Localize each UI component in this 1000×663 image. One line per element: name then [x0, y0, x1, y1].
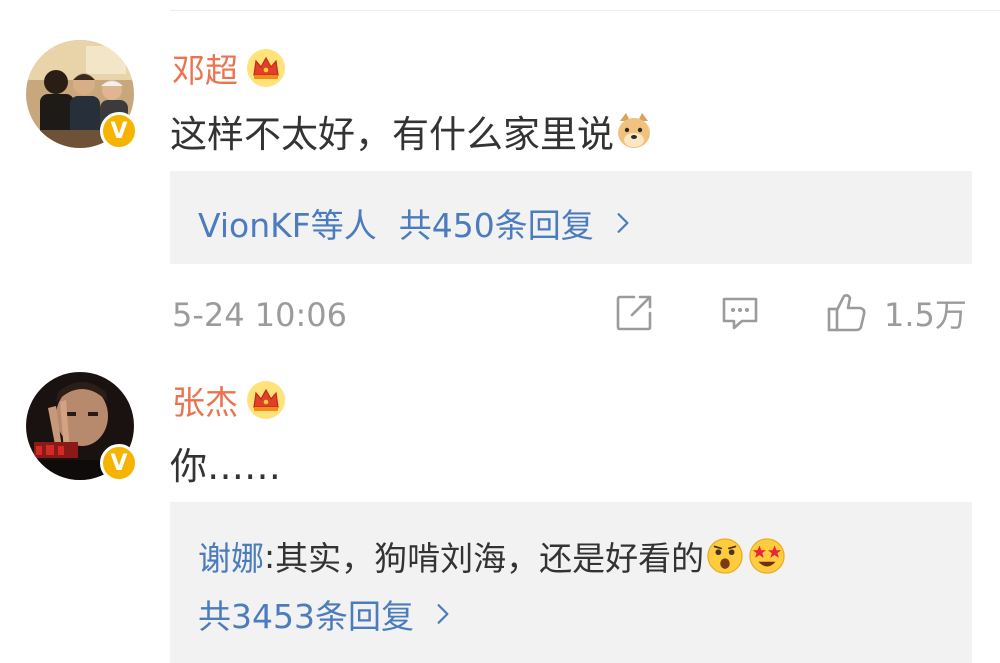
comment-text-row: 你……	[170, 436, 281, 490]
crown-icon[interactable]	[246, 380, 286, 420]
verified-badge-icon: V	[100, 444, 138, 482]
avatar[interactable]: V	[26, 372, 138, 482]
reply-preview[interactable]: 谢娜 : 其实，狗啃刘海，还是好看的	[198, 532, 786, 580]
reply-count[interactable]: 共3453条回复	[198, 590, 414, 638]
reply-text: 其实，狗啃刘海，还是好看的	[275, 539, 705, 578]
username[interactable]: 张杰	[172, 376, 238, 424]
chevron-right-icon[interactable]	[436, 602, 450, 626]
reply-count-row[interactable]: 共3453条回复	[198, 590, 450, 638]
shocked-emoji	[707, 538, 743, 574]
reply-preview-box[interactable]: 谢娜 : 其实，狗啃刘海，还是好看的 共3453条回复	[170, 502, 972, 663]
comment-text: 你……	[170, 445, 281, 488]
comment-item: V 张杰 你…… 谢娜 : 其实，狗啃刘海，还是好看的 共3453条回复	[0, 0, 1000, 663]
reply-separator: :	[264, 536, 276, 576]
star-eyes-emoji	[749, 538, 785, 574]
user-row: 张杰	[172, 376, 286, 424]
reply-author[interactable]: 谢娜	[198, 532, 264, 580]
